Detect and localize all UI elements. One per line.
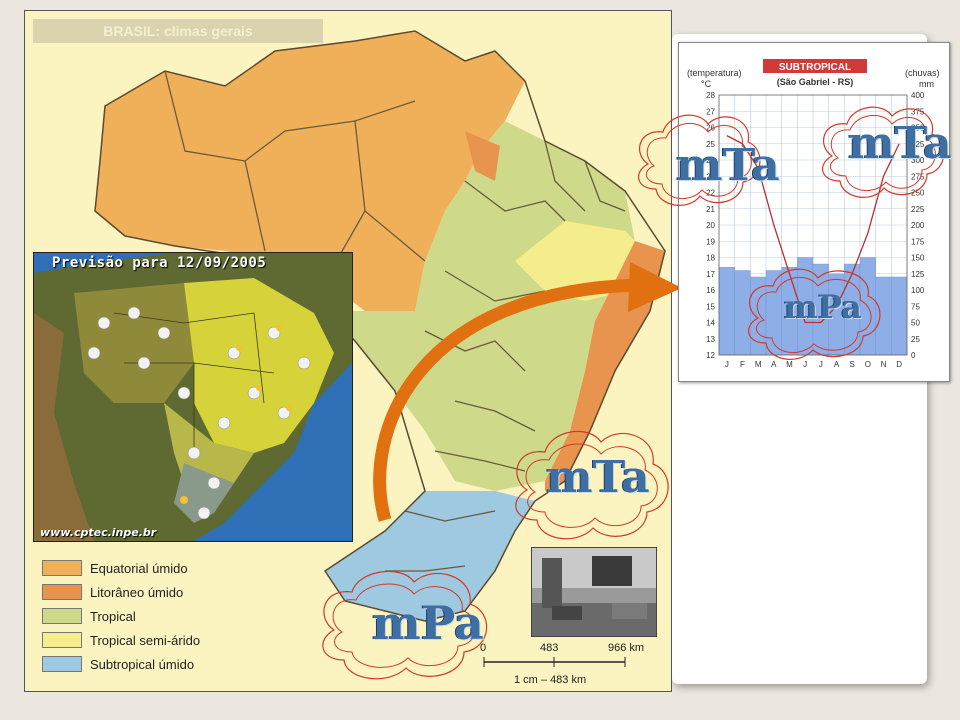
- air-mass-label: mPa: [372, 596, 484, 650]
- legend-label: Litorâneo úmido: [90, 584, 184, 600]
- rain-tick-label: 225: [911, 205, 925, 214]
- map-legend: Equatorial úmido Litorâneo úmido Tropica…: [32, 552, 268, 680]
- temp-tick-label: 16: [706, 286, 715, 295]
- left-axis-label: (temperatura): [687, 68, 742, 78]
- legend-label: Tropical semi-árido: [90, 632, 201, 648]
- legend-swatch: [42, 584, 82, 600]
- forecast-title: Previsão para 12/09/2005: [52, 255, 267, 271]
- temp-tick-label: 20: [706, 221, 715, 230]
- temp-tick-label: 13: [706, 335, 715, 344]
- rain-tick-label: 75: [911, 302, 920, 311]
- month-label: D: [896, 360, 902, 369]
- rain-tick-label: 50: [911, 319, 920, 328]
- air-mass-label: mPa: [784, 288, 862, 326]
- legend-swatch: [42, 656, 82, 672]
- rain-tick-label: 100: [911, 286, 925, 295]
- legend-item: Tropical: [42, 606, 136, 626]
- temp-tick-label: 14: [706, 319, 715, 328]
- temp-tick-label: 28: [706, 91, 715, 100]
- climograph-subtitle: (São Gabriel - RS): [777, 77, 854, 87]
- air-mass-label: mTa: [676, 140, 780, 191]
- legend-swatch: [42, 560, 82, 576]
- forecast-map-graphic: [34, 253, 352, 541]
- right-unit: mm: [919, 79, 934, 89]
- right-axis-label: (chuvas): [905, 68, 940, 78]
- month-label: J: [725, 360, 729, 369]
- temp-tick-label: 19: [706, 237, 715, 246]
- rain-tick-label: 200: [911, 221, 925, 230]
- air-mass-label: mTa: [848, 118, 952, 169]
- rain-tick-label: 175: [911, 237, 925, 246]
- forecast-url: www.cptec.inpe.br: [40, 526, 157, 539]
- legend-item: Litorâneo úmido: [42, 582, 183, 602]
- legend-swatch: [42, 608, 82, 624]
- legend-item: Tropical semi-árido: [42, 630, 200, 650]
- scale-mid: 483: [540, 642, 559, 654]
- forecast-inset: Previsão para 12/09/2005 www.cptec.inpe.…: [33, 252, 353, 542]
- legend-label: Equatorial úmido: [90, 560, 188, 576]
- temp-tick-label: 12: [706, 351, 715, 360]
- legend-label: Subtropical úmido: [90, 656, 195, 672]
- scale-end: 966 km: [608, 642, 645, 654]
- climograph-title: SUBTROPICAL: [779, 62, 851, 73]
- legend-label: Tropical: [90, 608, 136, 624]
- temp-tick-label: 15: [706, 302, 715, 311]
- scale-caption: 1 cm – 483 km: [514, 674, 587, 686]
- air-mass-label: mTa: [546, 452, 650, 503]
- left-unit: °C: [701, 79, 712, 89]
- street-photo: [531, 547, 657, 637]
- map-header: BRASIL: climas gerais: [33, 19, 323, 43]
- legend-item: Equatorial úmido: [42, 558, 188, 578]
- rain-bar: [718, 267, 735, 356]
- rain-tick-label: 25: [911, 335, 920, 344]
- legend-item: Subtropical úmido: [42, 654, 194, 674]
- rain-tick-label: 125: [911, 270, 925, 279]
- rain-tick-label: 150: [911, 254, 925, 263]
- rain-tick-label: 0: [911, 351, 916, 360]
- temp-tick-label: 18: [706, 254, 715, 263]
- rain-bar: [891, 276, 908, 356]
- legend-swatch: [42, 632, 82, 648]
- temp-tick-label: 17: [706, 270, 715, 279]
